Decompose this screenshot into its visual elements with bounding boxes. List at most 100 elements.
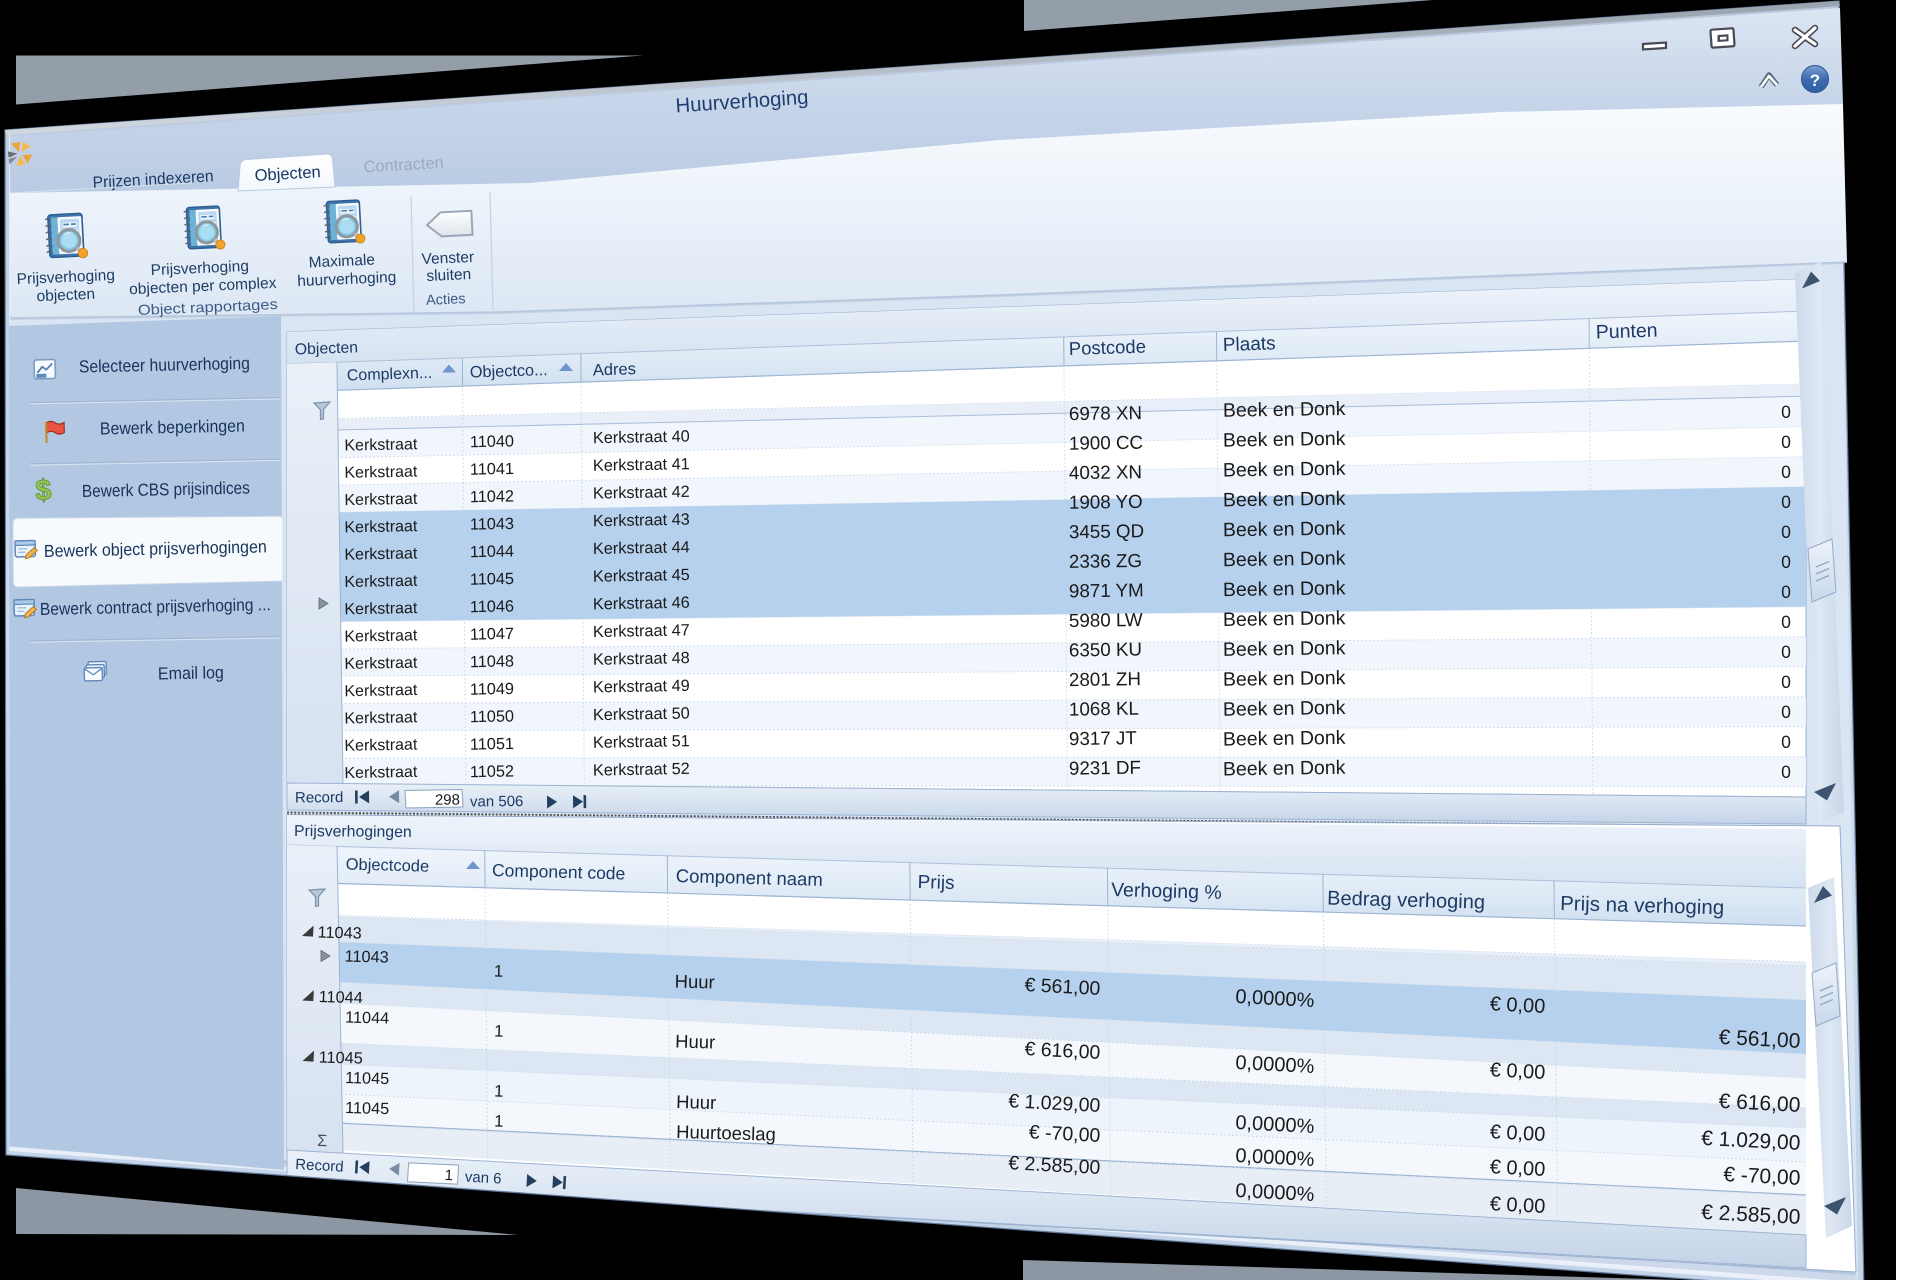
svg-text:0: 0 xyxy=(1781,582,1791,602)
svg-text:objecten: objecten xyxy=(36,286,95,306)
svg-text:Record: Record xyxy=(295,789,344,806)
svg-text:11044: 11044 xyxy=(470,542,514,561)
svg-text:6978 XN: 6978 XN xyxy=(1069,402,1142,424)
svg-text:van 6: van 6 xyxy=(464,1169,502,1188)
svg-text:Kerkstraat 43: Kerkstraat 43 xyxy=(593,511,690,531)
svg-text:Beek en Donk: Beek en Donk xyxy=(1223,428,1346,452)
svg-text:€ 0,00: € 0,00 xyxy=(1489,1193,1546,1218)
svg-text:Prijs na verhoging: Prijs na verhoging xyxy=(1560,892,1725,919)
svg-text:11046: 11046 xyxy=(470,597,514,616)
svg-text:Beek en Donk: Beek en Donk xyxy=(1223,727,1346,751)
svg-text:?: ? xyxy=(1810,71,1820,90)
svg-text:11049: 11049 xyxy=(470,680,514,699)
svg-text:Kerkstraat: Kerkstraat xyxy=(344,682,418,700)
svg-text:$: $ xyxy=(35,475,52,507)
svg-text:Kerkstraat 52: Kerkstraat 52 xyxy=(593,760,690,780)
svg-text:Beek en Donk: Beek en Donk xyxy=(1223,547,1346,571)
svg-text:11044: 11044 xyxy=(318,988,363,1007)
svg-text:11045: 11045 xyxy=(318,1049,363,1068)
svg-text:11052: 11052 xyxy=(470,762,514,781)
svg-text:Kerkstraat: Kerkstraat xyxy=(344,655,418,673)
svg-text:€ 0,00: € 0,00 xyxy=(1489,993,1546,1018)
svg-text:Bewerk CBS prijsindices: Bewerk CBS prijsindices xyxy=(82,477,251,501)
svg-text:2801 ZH: 2801 ZH xyxy=(1069,668,1141,690)
svg-text:Kerkstraat: Kerkstraat xyxy=(344,737,418,755)
svg-text:Kerkstraat: Kerkstraat xyxy=(344,545,418,563)
svg-text:Objectcode: Objectcode xyxy=(345,856,429,876)
svg-text:0: 0 xyxy=(1781,522,1791,542)
svg-text:Punten: Punten xyxy=(1595,320,1657,344)
svg-text:Huur: Huur xyxy=(676,1091,717,1113)
svg-text:€ -70,00: € -70,00 xyxy=(1723,1163,1801,1190)
svg-text:Record: Record xyxy=(295,1156,344,1176)
svg-text:0: 0 xyxy=(1781,612,1791,632)
svg-text:11041: 11041 xyxy=(470,460,514,479)
svg-text:1068 KL: 1068 KL xyxy=(1069,698,1139,720)
svg-text:Kerkstraat: Kerkstraat xyxy=(344,518,418,536)
svg-text:Kerkstraat 50: Kerkstraat 50 xyxy=(593,705,690,725)
svg-text:Kerkstraat: Kerkstraat xyxy=(344,436,418,454)
svg-text:Beek en Donk: Beek en Donk xyxy=(1223,757,1346,781)
svg-text:1: 1 xyxy=(494,1022,504,1041)
svg-text:0: 0 xyxy=(1781,672,1791,692)
svg-text:0: 0 xyxy=(1781,432,1791,452)
svg-text:Kerkstraat 40: Kerkstraat 40 xyxy=(593,428,690,448)
svg-text:Beek en Donk: Beek en Donk xyxy=(1223,697,1346,721)
svg-text:Prijsverhogingen: Prijsverhogingen xyxy=(294,823,412,841)
svg-text:Kerkstraat: Kerkstraat xyxy=(344,600,418,618)
svg-text:sluiten: sluiten xyxy=(426,266,472,285)
svg-text:11044: 11044 xyxy=(345,1009,390,1028)
svg-text:Beek en Donk: Beek en Donk xyxy=(1223,488,1346,512)
svg-text:€ 561,00: € 561,00 xyxy=(1024,974,1101,1000)
svg-text:0: 0 xyxy=(1781,492,1791,512)
svg-text:Kerkstraat 41: Kerkstraat 41 xyxy=(593,455,690,475)
svg-text:Verhoging %: Verhoging % xyxy=(1111,879,1222,904)
svg-text:11040: 11040 xyxy=(470,432,514,451)
svg-text:Beek en Donk: Beek en Donk xyxy=(1223,577,1346,601)
svg-text:1: 1 xyxy=(444,1167,453,1184)
svg-text:€ 616,00: € 616,00 xyxy=(1024,1038,1101,1064)
svg-text:Kerkstraat: Kerkstraat xyxy=(344,464,418,482)
svg-text:Kerkstraat: Kerkstraat xyxy=(344,491,418,509)
svg-text:Kerkstraat 47: Kerkstraat 47 xyxy=(593,621,690,641)
svg-text:Kerkstraat 44: Kerkstraat 44 xyxy=(593,538,690,558)
svg-text:Beek en Donk: Beek en Donk xyxy=(1223,458,1346,482)
svg-text:Beek en Donk: Beek en Donk xyxy=(1223,607,1346,631)
svg-text:Huurtoeslag: Huurtoeslag xyxy=(676,1121,776,1145)
svg-text:0: 0 xyxy=(1781,402,1791,422)
svg-text:11051: 11051 xyxy=(470,735,514,754)
svg-text:Beek en Donk: Beek en Donk xyxy=(1223,518,1346,542)
svg-text:0: 0 xyxy=(1781,552,1791,572)
svg-text:3455 QD: 3455 QD xyxy=(1069,520,1144,542)
svg-text:9231 DF: 9231 DF xyxy=(1069,757,1141,779)
svg-text:Kerkstraat: Kerkstraat xyxy=(344,627,418,645)
svg-text:Kerkstraat: Kerkstraat xyxy=(344,709,418,727)
svg-text:6350 KU: 6350 KU xyxy=(1069,638,1142,660)
svg-text:11042: 11042 xyxy=(470,487,514,506)
svg-text:Beek en Donk: Beek en Donk xyxy=(1223,398,1346,422)
svg-text:Plaats: Plaats xyxy=(1222,333,1275,356)
svg-text:0: 0 xyxy=(1781,462,1791,482)
svg-text:2336 ZG: 2336 ZG xyxy=(1069,550,1142,572)
svg-text:Complexn...: Complexn... xyxy=(347,365,433,385)
svg-text:€ 0,00: € 0,00 xyxy=(1489,1059,1546,1084)
svg-text:€ 0,00: € 0,00 xyxy=(1489,1156,1546,1181)
svg-text:5980 LW: 5980 LW xyxy=(1069,609,1143,631)
svg-text:11043: 11043 xyxy=(317,924,362,943)
svg-text:11050: 11050 xyxy=(470,707,514,726)
svg-text:9317 JT: 9317 JT xyxy=(1069,727,1138,749)
svg-text:11045: 11045 xyxy=(345,1099,390,1118)
svg-text:Prijs: Prijs xyxy=(917,872,954,894)
svg-text:Bedrag verhoging: Bedrag verhoging xyxy=(1327,888,1485,914)
svg-text:0,0000%: 0,0000% xyxy=(1235,1145,1315,1171)
svg-text:298: 298 xyxy=(435,792,460,809)
svg-text:van 506: van 506 xyxy=(470,793,524,810)
svg-text:Kerkstraat 45: Kerkstraat 45 xyxy=(593,566,690,586)
svg-text:1908 YO: 1908 YO xyxy=(1069,491,1143,513)
svg-text:Acties: Acties xyxy=(426,291,466,309)
svg-text:Kerkstraat: Kerkstraat xyxy=(344,573,418,591)
svg-text:Kerkstraat 49: Kerkstraat 49 xyxy=(593,677,690,697)
svg-text:Kerkstraat 42: Kerkstraat 42 xyxy=(593,483,690,503)
svg-text:Beek en Donk: Beek en Donk xyxy=(1223,667,1346,691)
svg-text:0,0000%: 0,0000% xyxy=(1235,1052,1315,1078)
